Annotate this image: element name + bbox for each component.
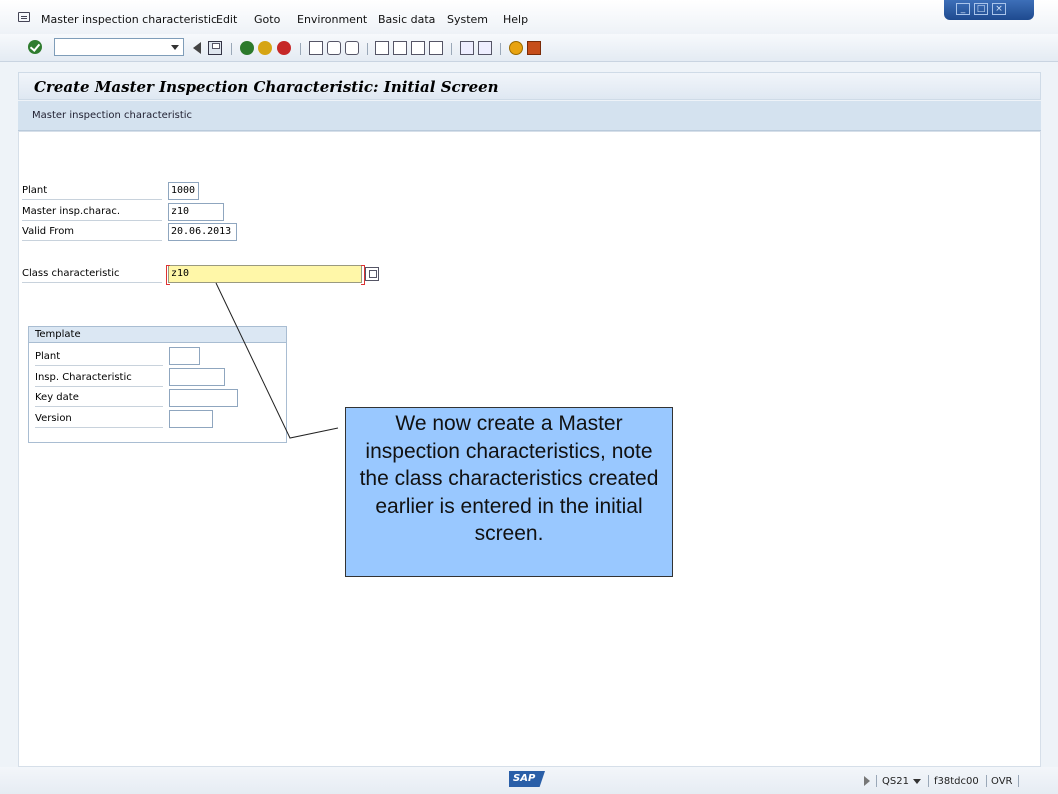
help-icon[interactable] (509, 41, 523, 55)
menu-system[interactable]: System (447, 13, 488, 26)
shortcut-icon[interactable] (478, 41, 492, 55)
play-icon[interactable] (864, 776, 870, 786)
create-session-icon[interactable] (460, 41, 474, 55)
chevron-down-icon[interactable] (171, 45, 179, 50)
status-divider (928, 775, 929, 787)
first-page-icon[interactable] (375, 41, 389, 55)
menu-master-inspection-characteristic[interactable]: Master inspection characteristic (41, 13, 217, 26)
toolbar-divider (500, 43, 501, 55)
menu-bar: Master inspection characteristic Edit Go… (0, 0, 1058, 34)
menu-goto[interactable]: Goto (254, 13, 280, 26)
status-divider (986, 775, 987, 787)
status-bar: SAP QS21 f38tdc00 OVR (0, 767, 1058, 794)
last-page-icon[interactable] (429, 41, 443, 55)
template-version-field[interactable] (169, 410, 213, 428)
template-plant-field[interactable] (169, 347, 200, 365)
valid-from-label: Valid From (22, 224, 162, 241)
callout-note: We now create a Master inspection charac… (345, 407, 673, 577)
find-icon[interactable] (327, 41, 341, 55)
enter-icon[interactable] (28, 40, 42, 54)
toolbar-divider (300, 43, 301, 55)
toolbar-divider (367, 43, 368, 55)
template-plant-label: Plant (35, 349, 163, 366)
plant-field[interactable]: 1000 (168, 182, 199, 200)
template-heading: Template (29, 327, 286, 343)
cancel-icon[interactable] (277, 41, 291, 55)
master-inspection-characteristic-button[interactable]: Master inspection characteristic (32, 110, 192, 121)
sap-logo: SAP (509, 771, 545, 787)
menu-icon[interactable] (18, 12, 30, 22)
maximize-icon[interactable]: □ (974, 3, 988, 15)
page-title: Create Master Inspection Characteristic:… (34, 78, 499, 96)
template-insp-characteristic-label: Insp. Characteristic (35, 370, 163, 387)
status-divider (876, 775, 877, 787)
template-group: Template Plant Insp. Characteristic Key … (28, 326, 287, 443)
master-insp-charac-field[interactable]: z10 (168, 203, 224, 221)
menu-help[interactable]: Help (503, 13, 528, 26)
template-key-date-field[interactable] (169, 389, 238, 407)
menu-environment[interactable]: Environment (297, 13, 367, 26)
print-icon[interactable] (309, 41, 323, 55)
minimize-icon[interactable]: _ (956, 3, 970, 15)
toolbar-divider (231, 43, 232, 55)
status-divider (1018, 775, 1019, 787)
class-characteristic-label: Class characteristic (22, 266, 162, 283)
system-name: QS21 (882, 776, 909, 787)
command-field[interactable] (54, 38, 184, 56)
required-marker (166, 265, 170, 285)
exit-icon[interactable] (258, 41, 272, 55)
next-page-icon[interactable] (411, 41, 425, 55)
menu-edit[interactable]: Edit (216, 13, 237, 26)
plant-label: Plant (22, 183, 162, 200)
menu-basic-data[interactable]: Basic data (378, 13, 435, 26)
valid-from-field[interactable]: 20.06.2013 (168, 223, 237, 241)
server-name: f38tdc00 (934, 776, 979, 787)
chevron-down-icon[interactable] (913, 779, 921, 784)
previous-page-icon[interactable] (393, 41, 407, 55)
application-toolbar: Master inspection characteristic (18, 101, 1041, 131)
layout-icon[interactable] (527, 41, 541, 55)
template-version-label: Version (35, 411, 163, 428)
back-nav-icon[interactable] (240, 41, 254, 55)
standard-toolbar (0, 34, 1058, 62)
template-insp-characteristic-field[interactable] (169, 368, 225, 386)
back-icon[interactable] (193, 42, 201, 54)
template-key-date-label: Key date (35, 390, 163, 407)
find-next-icon[interactable] (345, 41, 359, 55)
title-bar: Create Master Inspection Characteristic:… (18, 72, 1041, 100)
toolbar-divider (451, 43, 452, 55)
close-icon[interactable]: × (992, 3, 1006, 15)
save-icon[interactable] (208, 41, 222, 55)
class-characteristic-field[interactable]: z10 (166, 265, 365, 285)
input-mode: OVR (991, 776, 1013, 787)
class-characteristic-value: z10 (171, 268, 190, 279)
value-help-icon[interactable] (365, 267, 379, 281)
window-controls: _ □ × (944, 0, 1034, 20)
master-insp-charac-label: Master insp.charac. (22, 204, 162, 221)
